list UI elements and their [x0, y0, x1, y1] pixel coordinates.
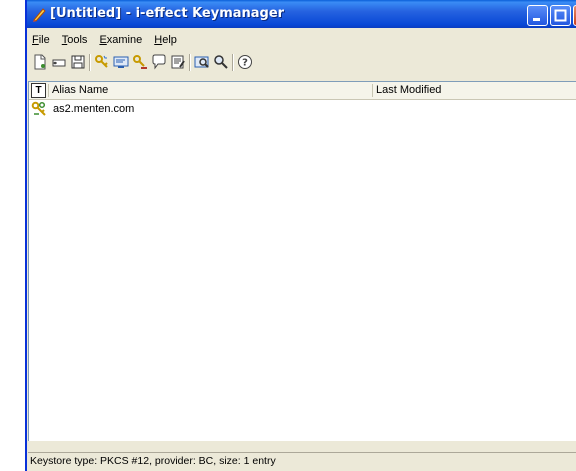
app-window: [Untitled] - i-effect Keymanager File Too…	[25, 0, 576, 471]
examine-keystore-icon[interactable]	[194, 54, 210, 70]
search-icon[interactable]	[213, 54, 229, 70]
import-keypair-icon[interactable]	[132, 54, 148, 70]
menu-tools[interactable]: Tools	[62, 30, 88, 50]
list-header: T Alias Name Last Modified	[29, 82, 576, 100]
save-keystore-icon[interactable]	[70, 54, 86, 70]
menu-help[interactable]: Help	[154, 30, 177, 50]
entry-type-column-header[interactable]: T	[31, 83, 46, 98]
last-modified-column-header[interactable]: Last Modified	[376, 82, 441, 99]
menu-file[interactable]: File	[32, 30, 50, 50]
alias-name-column-header[interactable]: Alias Name	[52, 82, 108, 99]
alias-list[interactable]: T Alias Name Last Modified as2.menten.co…	[28, 81, 576, 441]
minimize-button[interactable]	[527, 5, 548, 26]
menu-examine[interactable]: Examine	[99, 30, 142, 50]
title-bar[interactable]: [Untitled] - i-effect Keymanager	[27, 0, 576, 28]
window-title: [Untitled] - i-effect Keymanager	[50, 6, 285, 21]
import-certificate-icon[interactable]	[113, 54, 129, 70]
alias-name-cell: as2.menten.com	[53, 103, 135, 115]
maximize-button[interactable]	[550, 5, 571, 26]
properties-icon[interactable]	[170, 54, 186, 70]
status-bar: Keystore type: PKCS #12, provider: BC, s…	[28, 452, 576, 470]
keypair-entry-icon	[31, 101, 46, 116]
open-keystore-icon[interactable]	[51, 54, 67, 70]
new-keystore-icon[interactable]	[32, 54, 48, 70]
svg-text:?: ?	[242, 58, 248, 69]
menu-bar: File Tools Examine Help	[27, 30, 576, 50]
keymanager-icon	[33, 8, 46, 22]
certificate-request-icon[interactable]	[151, 54, 167, 70]
help-icon[interactable]: ?	[237, 54, 253, 70]
generate-keypair-icon[interactable]	[94, 54, 110, 70]
toolbar: ?	[27, 51, 576, 74]
